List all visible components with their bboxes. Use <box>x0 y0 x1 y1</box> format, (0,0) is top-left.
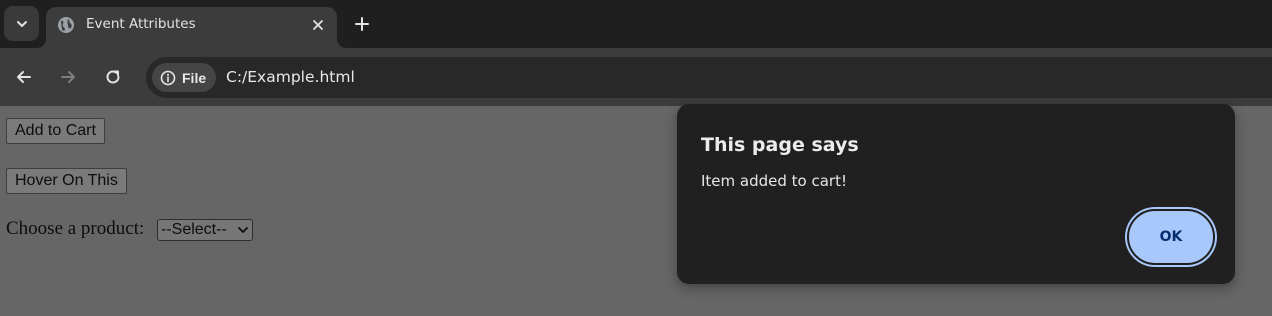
reload-button[interactable] <box>100 64 126 90</box>
close-icon <box>313 20 323 30</box>
arrow-left-icon <box>17 71 31 83</box>
alert-dialog: This page says Item added to cart! OK <box>677 104 1235 284</box>
arrow-right-icon <box>61 71 75 83</box>
plus-icon <box>355 17 369 31</box>
dialog-title: This page says <box>701 134 859 156</box>
tab-strip: Event Attributes <box>0 0 1272 48</box>
choose-product-label: Choose a product: <box>6 218 145 239</box>
info-icon <box>160 70 176 85</box>
reload-icon <box>106 70 120 84</box>
globe-icon <box>58 17 74 33</box>
dialog-message: Item added to cart! <box>701 172 847 190</box>
product-select[interactable]: --Select-- <box>157 219 253 241</box>
add-to-cart-button[interactable]: Add to Cart <box>6 118 105 144</box>
chevron-down-icon <box>238 227 248 233</box>
address-bar[interactable]: File C:/Example.html <box>146 57 1272 98</box>
browser-toolbar: File C:/Example.html <box>0 48 1272 106</box>
chevron-down-icon <box>16 20 27 27</box>
back-button[interactable] <box>11 64 37 90</box>
product-select-value: --Select-- <box>161 221 227 238</box>
new-tab-button[interactable] <box>349 11 375 37</box>
tab-search-button[interactable] <box>4 6 39 41</box>
tab-close-button[interactable] <box>308 15 328 35</box>
site-chip-label: File <box>182 69 207 86</box>
ok-button[interactable]: OK <box>1127 209 1215 265</box>
site-info-chip[interactable]: File <box>152 63 216 92</box>
tab-title: Event Attributes <box>86 16 196 32</box>
browser-tab[interactable]: Event Attributes <box>36 7 347 48</box>
hover-button[interactable]: Hover On This <box>6 168 127 194</box>
url-text[interactable]: C:/Example.html <box>226 68 355 86</box>
forward-button[interactable] <box>55 64 81 90</box>
